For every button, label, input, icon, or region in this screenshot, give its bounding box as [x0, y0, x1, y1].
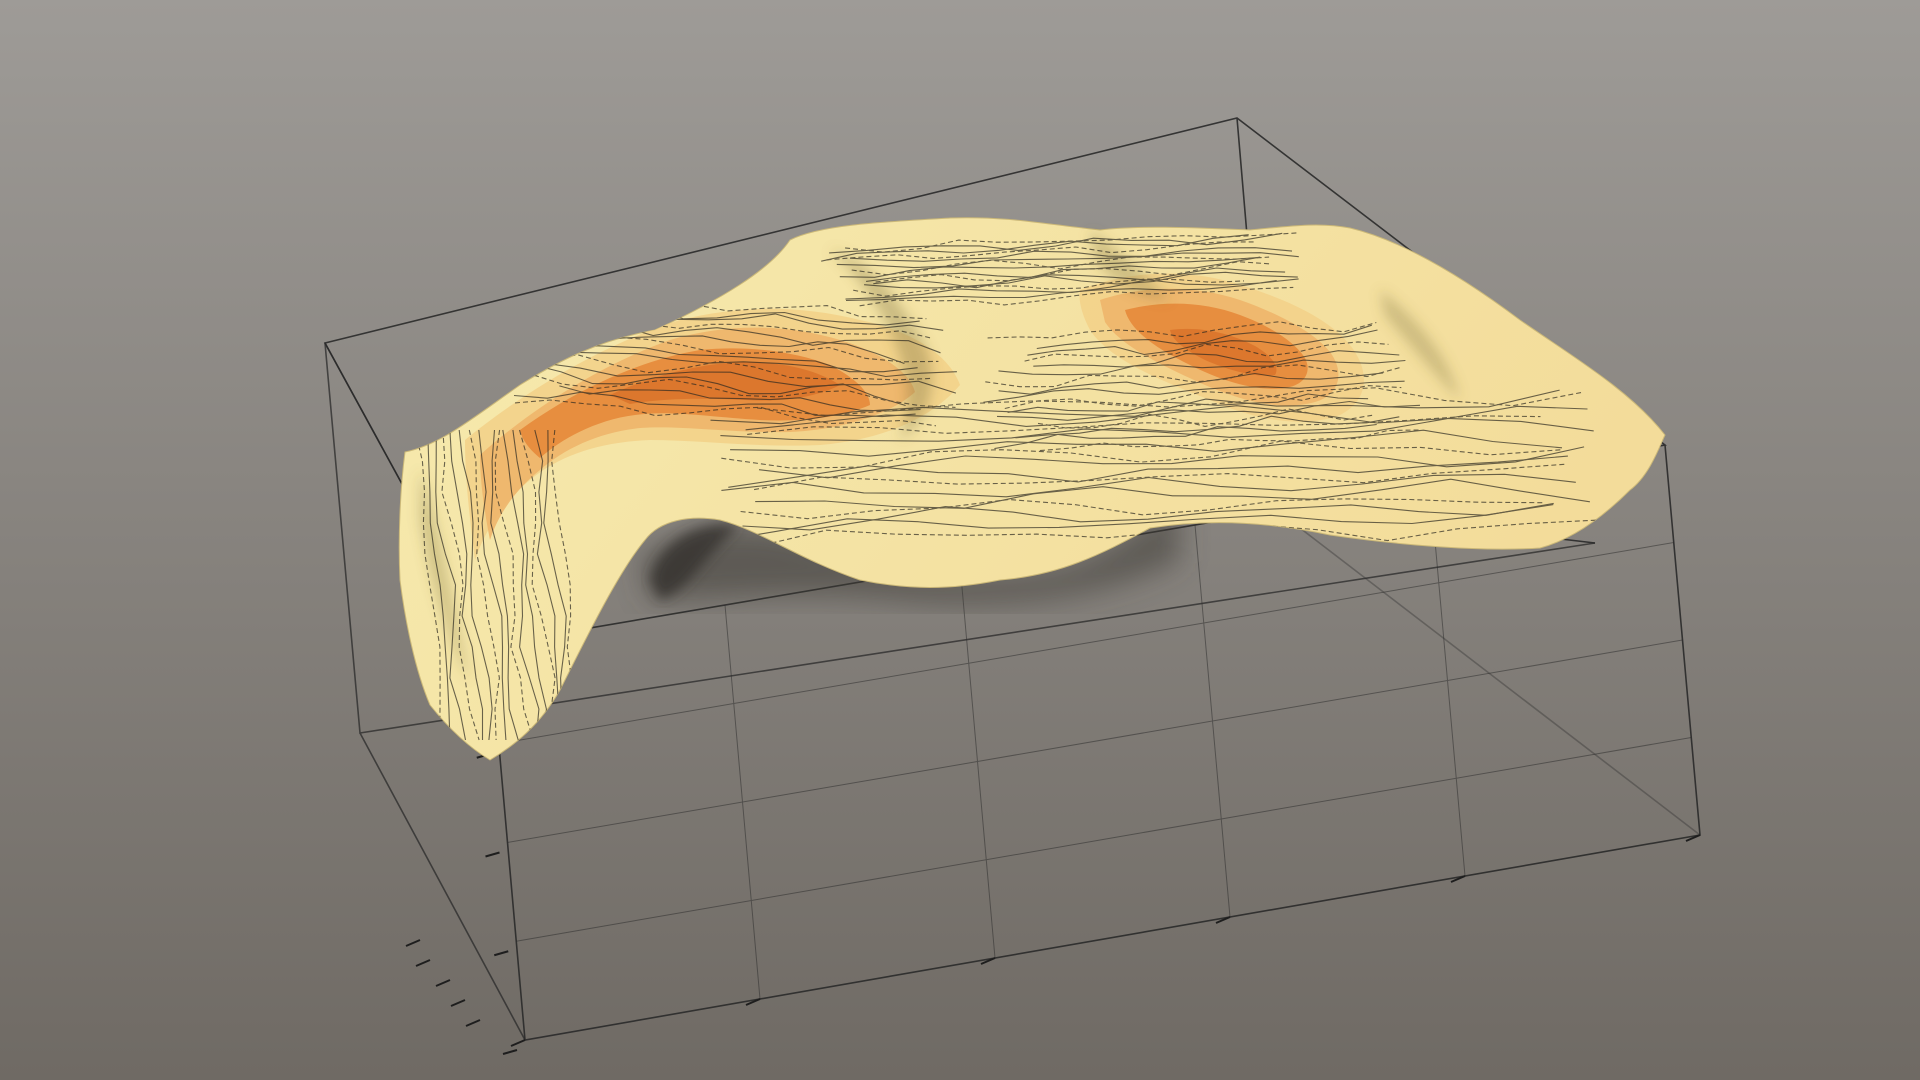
- 3d-viewport[interactable]: [0, 0, 1920, 1080]
- terrain-scene[interactable]: [0, 0, 1920, 1080]
